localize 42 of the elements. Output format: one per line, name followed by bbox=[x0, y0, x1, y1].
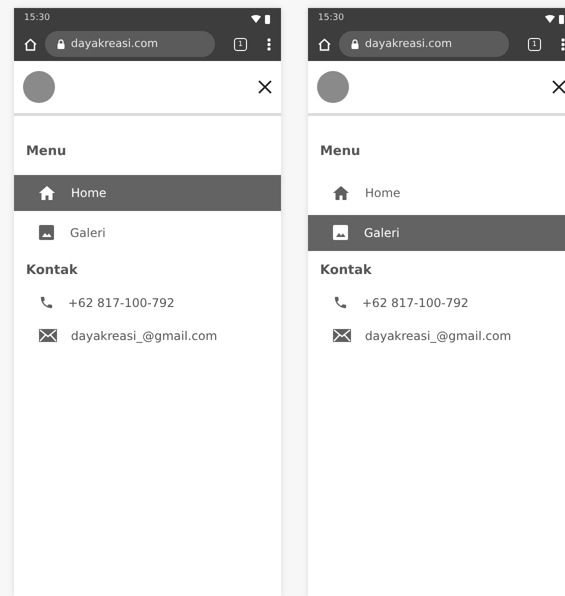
menu-label: Home bbox=[71, 184, 106, 202]
image-icon bbox=[333, 225, 348, 240]
home-icon[interactable] bbox=[24, 38, 37, 50]
status-icons bbox=[545, 14, 565, 24]
menu-item[interactable]: Home bbox=[14, 174, 281, 210]
avatar bbox=[23, 71, 55, 103]
more-icon[interactable] bbox=[561, 38, 565, 50]
lock-icon bbox=[57, 39, 65, 49]
home-icon bbox=[39, 186, 55, 200]
address-bar[interactable]: dayakreasi.com bbox=[339, 31, 509, 57]
envelope-icon bbox=[333, 329, 351, 342]
envelope-icon bbox=[39, 329, 57, 342]
section-title: Kontak bbox=[26, 262, 79, 280]
contact-text: dayakreasi_@gmail.com bbox=[365, 328, 512, 344]
contact-text: +62 817-100-792 bbox=[68, 294, 175, 312]
address-bar[interactable]: dayakreasi.com bbox=[45, 31, 215, 57]
url-text: dayakreasi.com bbox=[71, 36, 158, 52]
home-icon[interactable] bbox=[318, 38, 331, 50]
phone-icon bbox=[39, 295, 54, 310]
url-text: dayakreasi.com bbox=[365, 36, 452, 52]
menu-label: Galeri bbox=[364, 224, 400, 242]
status-icons bbox=[251, 14, 271, 24]
more-icon[interactable] bbox=[267, 38, 271, 50]
status-time: 15:30 bbox=[318, 12, 344, 26]
status-time: 15:30 bbox=[24, 12, 50, 26]
close-icon[interactable] bbox=[552, 80, 565, 94]
image-icon bbox=[39, 225, 54, 240]
home-icon bbox=[333, 186, 349, 200]
phone-icon bbox=[333, 295, 348, 310]
contact-text: +62 817-100-792 bbox=[362, 294, 469, 312]
lock-icon bbox=[351, 39, 359, 49]
contact-text: dayakreasi_@gmail.com bbox=[71, 328, 218, 344]
avatar bbox=[317, 71, 349, 103]
section-title: Kontak bbox=[320, 262, 373, 280]
menu-label: Home bbox=[365, 184, 400, 202]
close-icon[interactable] bbox=[258, 80, 272, 94]
menu-label: Galeri bbox=[70, 224, 106, 242]
menu-item[interactable]: Galeri bbox=[308, 214, 565, 250]
menu-item[interactable]: Galeri bbox=[14, 214, 281, 250]
section-title: Menu bbox=[320, 143, 362, 161]
section-title: Menu bbox=[26, 143, 68, 161]
menu-item[interactable]: Home bbox=[308, 174, 565, 210]
